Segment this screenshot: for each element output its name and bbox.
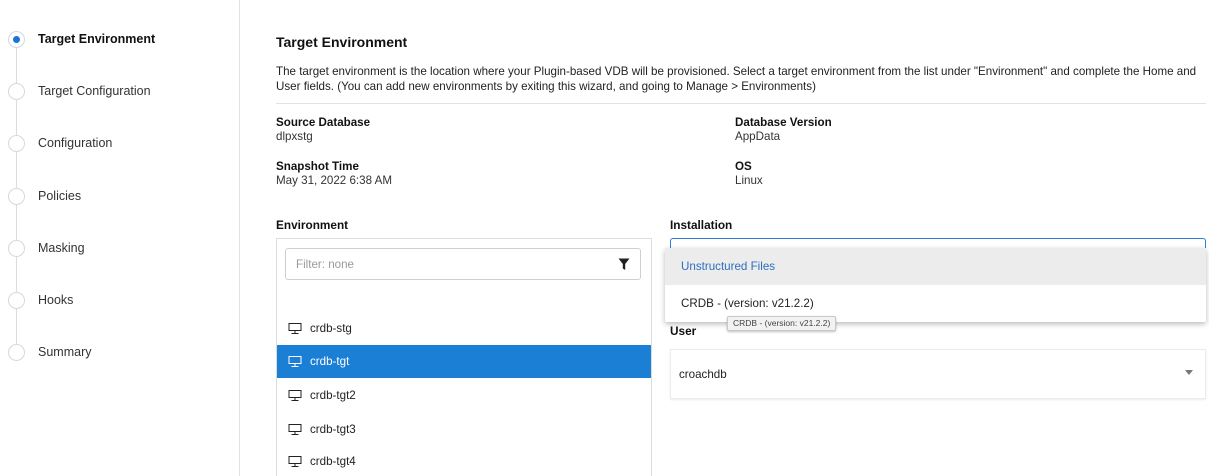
- main-panel: Target Environment The target environmen…: [276, 0, 1206, 476]
- step-indicator-icon: [8, 343, 25, 361]
- step-active-indicator-icon: [8, 30, 25, 48]
- step-target-environment[interactable]: Target Environment: [8, 30, 155, 48]
- step-configuration[interactable]: Configuration: [8, 134, 112, 152]
- step-label: Summary: [38, 345, 92, 359]
- source-database-info: Source Database dlpxstg: [276, 116, 370, 144]
- environment-label: Environment: [276, 218, 349, 232]
- database-version-info: Database Version AppData: [735, 116, 832, 144]
- page-description: The target environment is the location w…: [276, 65, 1197, 93]
- snapshot-time-label: Snapshot Time: [276, 160, 359, 173]
- step-label: Target Environment: [38, 32, 156, 46]
- environment-item[interactable]: crdb-stg: [277, 312, 651, 345]
- step-policies[interactable]: Policies: [8, 187, 81, 205]
- os-label: OS: [735, 160, 752, 173]
- step-label: Target Configuration: [38, 84, 151, 98]
- step-indicator-icon: [8, 134, 25, 152]
- wizard-sidebar: Target Environment Target Configuration …: [0, 0, 240, 476]
- step-label: Masking: [38, 241, 85, 255]
- environment-filter-input[interactable]: [286, 249, 606, 279]
- user-select[interactable]: croachdb: [670, 349, 1206, 399]
- step-indicator-icon: [8, 82, 25, 100]
- section-divider: [276, 103, 1206, 104]
- environment-item-label: crdb-stg: [310, 322, 352, 335]
- step-label: Configuration: [38, 136, 113, 150]
- environment-filter: [285, 248, 641, 280]
- funnel-icon[interactable]: [618, 258, 630, 271]
- step-hooks[interactable]: Hooks: [8, 291, 73, 309]
- source-database-label: Source Database: [276, 116, 371, 129]
- environment-item-label: crdb-tgt3: [310, 423, 356, 436]
- environment-item[interactable]: crdb-tgt3: [277, 413, 651, 446]
- step-indicator-icon: [8, 187, 25, 205]
- user-select-value: croachdb: [679, 368, 727, 381]
- page-title: Target Environment: [276, 34, 408, 50]
- caret-down-icon[interactable]: [1185, 370, 1193, 375]
- environment-item-selected[interactable]: crdb-tgt: [277, 345, 651, 378]
- monitor-icon: [288, 455, 302, 467]
- database-version-value: AppData: [735, 130, 781, 143]
- installation-option-tooltip: CRDB - (version: v21.2.2): [727, 316, 837, 331]
- os-value: Linux: [735, 174, 763, 187]
- installation-option-highlighted[interactable]: Unstructured Files: [665, 248, 1206, 285]
- monitor-icon: [288, 423, 302, 435]
- snapshot-time-info: Snapshot Time May 31, 2022 6:38 AM: [276, 160, 392, 188]
- step-target-configuration[interactable]: Target Configuration: [8, 82, 151, 100]
- installation-label: Installation: [670, 218, 733, 232]
- environment-item-label: crdb-tgt: [310, 355, 350, 368]
- step-summary[interactable]: Summary: [8, 343, 91, 361]
- environment-item-label: crdb-tgt4: [310, 455, 356, 468]
- step-label: Hooks: [38, 293, 74, 307]
- step-indicator-icon: [8, 291, 25, 309]
- database-version-label: Database Version: [735, 116, 832, 129]
- step-label: Policies: [38, 189, 82, 203]
- environment-item-label: crdb-tgt2: [310, 389, 356, 402]
- environment-item[interactable]: crdb-tgt2: [277, 379, 651, 412]
- monitor-icon: [288, 355, 302, 367]
- environment-list: crdb-stg crdb-tgt crdb-tgt2 c: [276, 238, 652, 476]
- monitor-icon: [288, 389, 302, 401]
- os-info: OS Linux: [735, 160, 763, 188]
- step-masking[interactable]: Masking: [8, 239, 85, 257]
- snapshot-time-value: May 31, 2022 6:38 AM: [276, 174, 393, 187]
- source-database-value: dlpxstg: [276, 130, 313, 143]
- step-indicator-icon: [8, 239, 25, 257]
- user-label: User: [670, 324, 697, 338]
- environment-item[interactable]: crdb-tgt4: [277, 445, 651, 476]
- monitor-icon: [288, 322, 302, 334]
- installation-dropdown-menu: Unstructured Files CRDB - (version: v21.…: [665, 248, 1206, 322]
